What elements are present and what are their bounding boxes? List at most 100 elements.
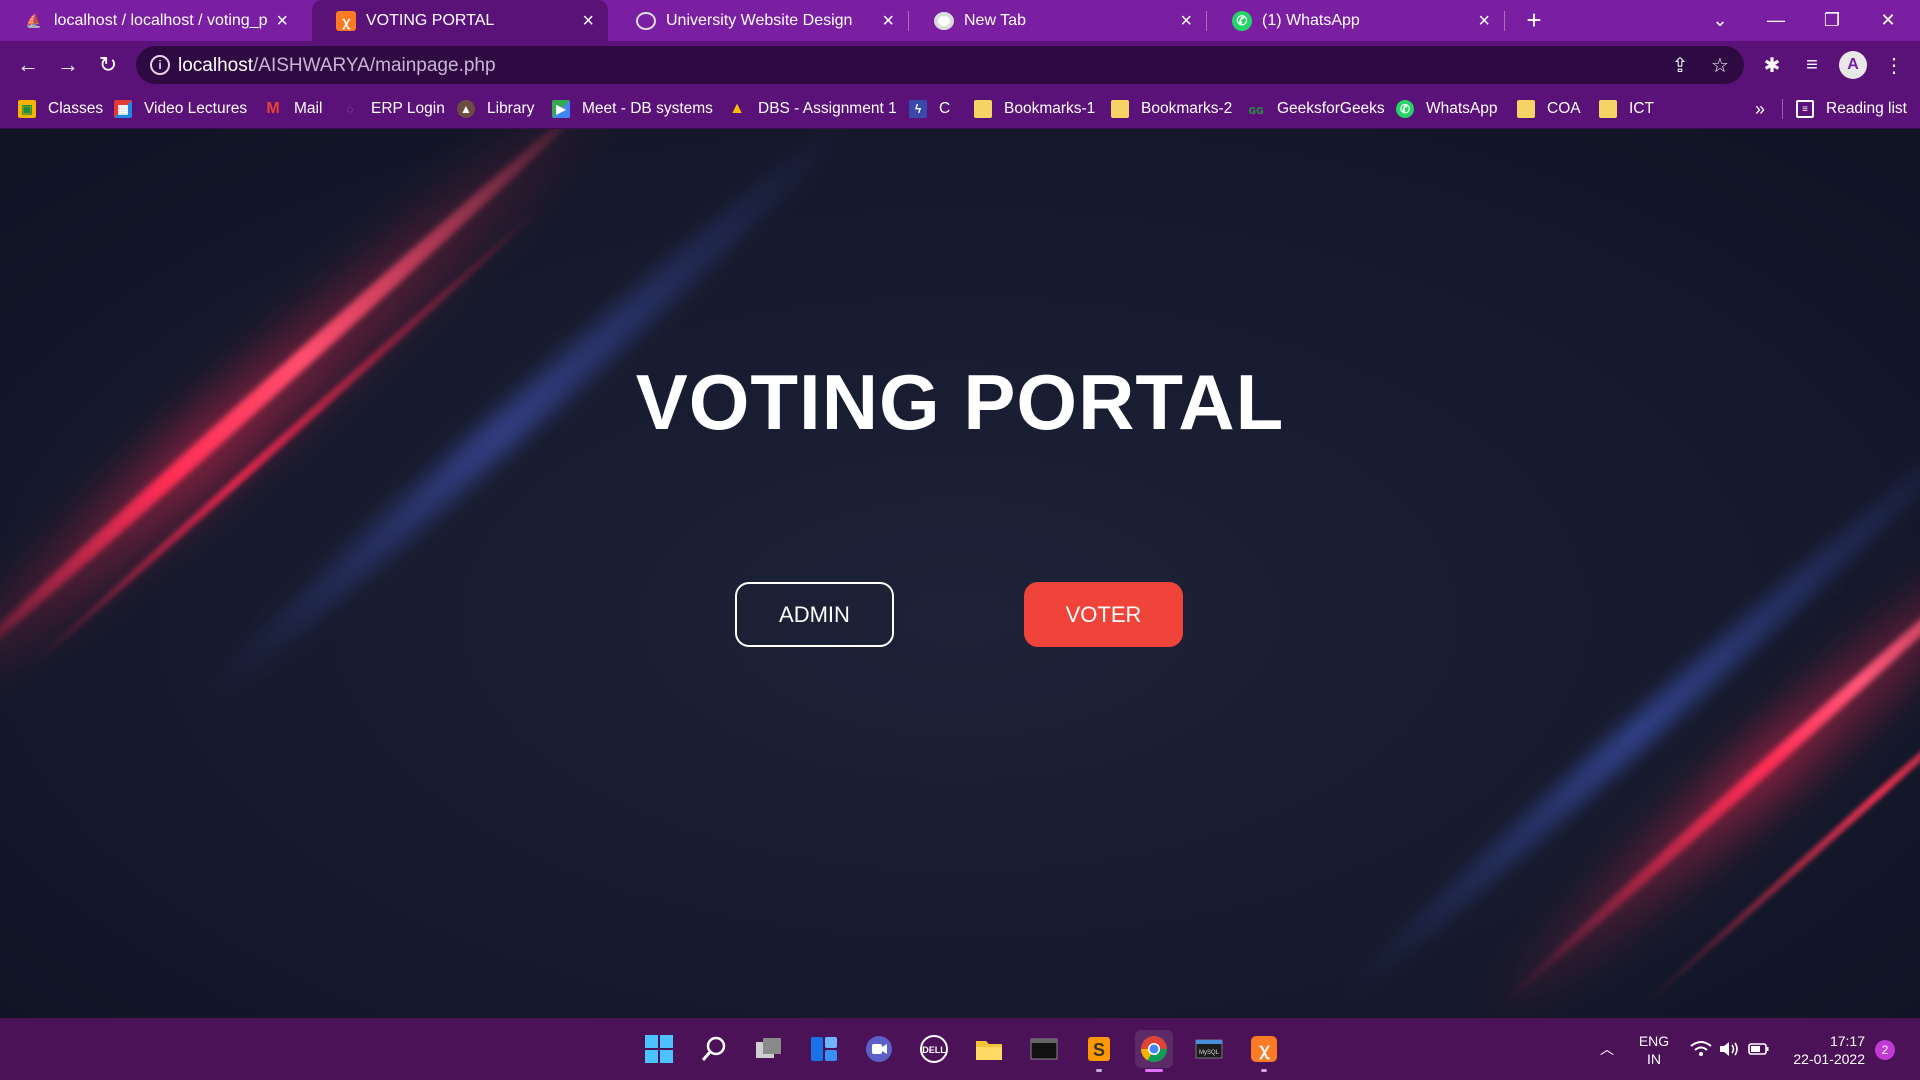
bookmark-label: Bookmarks-1 bbox=[1004, 100, 1096, 117]
voter-button[interactable]: VOTER bbox=[1024, 582, 1183, 647]
bookmarks-bar: ▣ Classes ▦ Video Lectures M Mail ◌ ERP Logi… bbox=[0, 89, 1920, 129]
tab-university-website[interactable]: University Website Design × bbox=[612, 0, 908, 41]
bookmark-classes[interactable]: ▣ Classes bbox=[18, 89, 103, 129]
tab-strip: ⛵ localhost / localhost / voting_por × ꭓ… bbox=[0, 0, 1920, 41]
notification-badge[interactable]: 2 bbox=[1875, 1040, 1895, 1060]
admin-button[interactable]: ADMIN bbox=[735, 582, 894, 647]
bookmark-label: ERP Login bbox=[371, 100, 445, 117]
system-clock[interactable]: 17:17 22-01-2022 bbox=[1785, 1032, 1865, 1068]
xampp-icon[interactable]: ꭓ bbox=[1245, 1030, 1283, 1072]
profile-avatar[interactable]: A bbox=[1839, 51, 1867, 79]
file-explorer-icon[interactable] bbox=[970, 1030, 1008, 1068]
new-tab-button[interactable]: + bbox=[1519, 0, 1549, 41]
battery-icon[interactable] bbox=[1748, 1018, 1770, 1080]
extensions-puzzle-icon[interactable]: ✱ bbox=[1758, 51, 1786, 79]
minimize-button[interactable]: — bbox=[1752, 0, 1800, 41]
tab-whatsapp[interactable]: ✆ (1) WhatsApp × bbox=[1208, 0, 1504, 41]
forward-button[interactable]: → bbox=[52, 49, 84, 81]
teams-chat-icon[interactable] bbox=[860, 1030, 898, 1068]
menu-kebab-icon[interactable]: ⋮ bbox=[1880, 51, 1908, 79]
clock-time: 17:17 bbox=[1829, 1033, 1865, 1049]
bookmark-dbs-assignment[interactable]: ▲ DBS - Assignment 1 bbox=[728, 89, 897, 129]
windows-taskbar: DELL S MySQL ꭓ ︿ ENG IN 17:17 22-01-2022… bbox=[0, 1018, 1920, 1080]
more-bookmarks-chevron-icon[interactable]: » bbox=[1755, 89, 1765, 129]
bookmark-meet[interactable]: ▶ Meet - DB systems bbox=[552, 89, 713, 129]
tab-search-chevron-icon[interactable]: ⌄ bbox=[1696, 0, 1744, 41]
dell-icon[interactable]: DELL bbox=[915, 1030, 953, 1068]
bookmark-star-icon[interactable]: ☆ bbox=[1708, 53, 1732, 77]
share-icon[interactable]: ⇪ bbox=[1668, 53, 1692, 77]
google-drive-icon: ▲ bbox=[729, 100, 745, 117]
widgets-icon[interactable] bbox=[805, 1030, 843, 1068]
svg-text:MySQL: MySQL bbox=[1199, 1050, 1220, 1056]
running-indicator bbox=[1145, 1069, 1163, 1072]
bookmark-label: Classes bbox=[48, 100, 104, 117]
bookmark-c[interactable]: ϟC bbox=[909, 89, 950, 129]
back-button[interactable]: ← bbox=[12, 49, 44, 81]
bookmark-video-lectures[interactable]: ▦ Video Lectures bbox=[114, 89, 247, 129]
gmail-icon: M bbox=[266, 100, 280, 117]
tab-voting-portal[interactable]: ꭓ VOTING PORTAL × bbox=[312, 0, 608, 41]
windows-start-icon[interactable] bbox=[640, 1030, 678, 1068]
bookmarks-divider bbox=[1782, 99, 1783, 119]
bookmark-label: Mail bbox=[294, 100, 323, 117]
wifi-icon[interactable] bbox=[1690, 1018, 1712, 1080]
clock-date: 22-01-2022 bbox=[1793, 1051, 1865, 1067]
close-icon[interactable]: × bbox=[1180, 11, 1192, 31]
whatsapp-icon: ✆ bbox=[1396, 100, 1414, 118]
close-icon[interactable]: × bbox=[1478, 11, 1490, 31]
input-language[interactable]: ENG IN bbox=[1638, 1032, 1670, 1068]
bookmark-label: ICT bbox=[1629, 100, 1654, 117]
bookmark-folder-2[interactable]: Bookmarks-2 bbox=[1111, 89, 1232, 129]
reading-list-label: Reading list bbox=[1826, 100, 1907, 117]
restore-button[interactable]: ❐ bbox=[1808, 0, 1856, 41]
site-info-icon[interactable]: i bbox=[150, 55, 170, 75]
bookmark-library[interactable]: ▲ Library bbox=[457, 89, 534, 129]
bookmark-folder-1[interactable]: Bookmarks-1 bbox=[974, 89, 1095, 129]
address-url[interactable]: localhost/AISHWARYA/mainpage.php bbox=[178, 55, 496, 77]
bookmark-folder-coa[interactable]: COA bbox=[1517, 89, 1581, 129]
bookmark-label: COA bbox=[1547, 100, 1581, 117]
reading-list-button[interactable]: ≡ Reading list bbox=[1796, 89, 1907, 129]
phpmyadmin-icon: ⛵ bbox=[25, 12, 43, 28]
bookmark-whatsapp[interactable]: ✆ WhatsApp bbox=[1396, 89, 1498, 129]
tab-title: VOTING PORTAL bbox=[366, 11, 495, 29]
bookmark-label: Bookmarks-2 bbox=[1141, 100, 1233, 117]
geeksforgeeks-icon: ɢɢ bbox=[1248, 101, 1264, 117]
bookmark-erp-login[interactable]: ◌ ERP Login bbox=[341, 89, 445, 129]
close-icon[interactable]: × bbox=[276, 11, 288, 31]
close-icon[interactable]: × bbox=[882, 11, 894, 31]
tab-separator bbox=[908, 11, 909, 31]
tray-overflow-chevron-icon[interactable]: ︿ bbox=[1600, 1018, 1614, 1080]
tab-new-tab[interactable]: New Tab × bbox=[910, 0, 1206, 41]
bookmark-folder-ict[interactable]: ICT bbox=[1599, 89, 1654, 129]
mysql-icon[interactable]: MySQL bbox=[1190, 1030, 1228, 1068]
browser-toolbar: ← → ↻ i localhost/AISHWARYA/mainpage.php… bbox=[0, 41, 1920, 89]
chrome-icon[interactable] bbox=[1135, 1030, 1173, 1072]
url-host: localhost bbox=[178, 55, 253, 76]
media-queue-icon[interactable]: ≡ bbox=[1798, 51, 1826, 79]
video-lectures-icon: ▦ bbox=[114, 100, 132, 118]
search-icon[interactable] bbox=[695, 1030, 733, 1068]
window-close-button[interactable]: ✕ bbox=[1864, 0, 1912, 41]
tab-title: New Tab bbox=[964, 11, 1026, 29]
sublime-text-icon[interactable]: S bbox=[1080, 1030, 1118, 1072]
running-indicator bbox=[1261, 1069, 1267, 1072]
folder-icon bbox=[1111, 100, 1129, 118]
svg-text:S: S bbox=[1093, 1040, 1105, 1060]
bookmark-geeksforgeeks[interactable]: ɢɢ GeeksforGeeks bbox=[1247, 89, 1384, 129]
bookmark-label: Video Lectures bbox=[144, 100, 248, 117]
volume-icon[interactable] bbox=[1718, 1018, 1740, 1080]
address-bar[interactable]: i localhost/AISHWARYA/mainpage.php ⇪ ☆ bbox=[136, 46, 1744, 84]
svg-text:ꭓ: ꭓ bbox=[1258, 1040, 1270, 1060]
tab-phpmyadmin[interactable]: ⛵ localhost / localhost / voting_por × bbox=[0, 0, 302, 41]
tab-title: (1) WhatsApp bbox=[1262, 11, 1360, 29]
bookmark-label: Library bbox=[487, 100, 535, 117]
bookmark-mail[interactable]: M Mail bbox=[264, 89, 322, 129]
terminal-icon[interactable] bbox=[1025, 1030, 1063, 1068]
tab-title: University Website Design bbox=[666, 11, 853, 29]
reload-button[interactable]: ↻ bbox=[92, 49, 124, 81]
task-view-icon[interactable] bbox=[750, 1030, 788, 1068]
background-light-streak bbox=[1452, 422, 1920, 1018]
close-icon[interactable]: × bbox=[582, 11, 594, 31]
